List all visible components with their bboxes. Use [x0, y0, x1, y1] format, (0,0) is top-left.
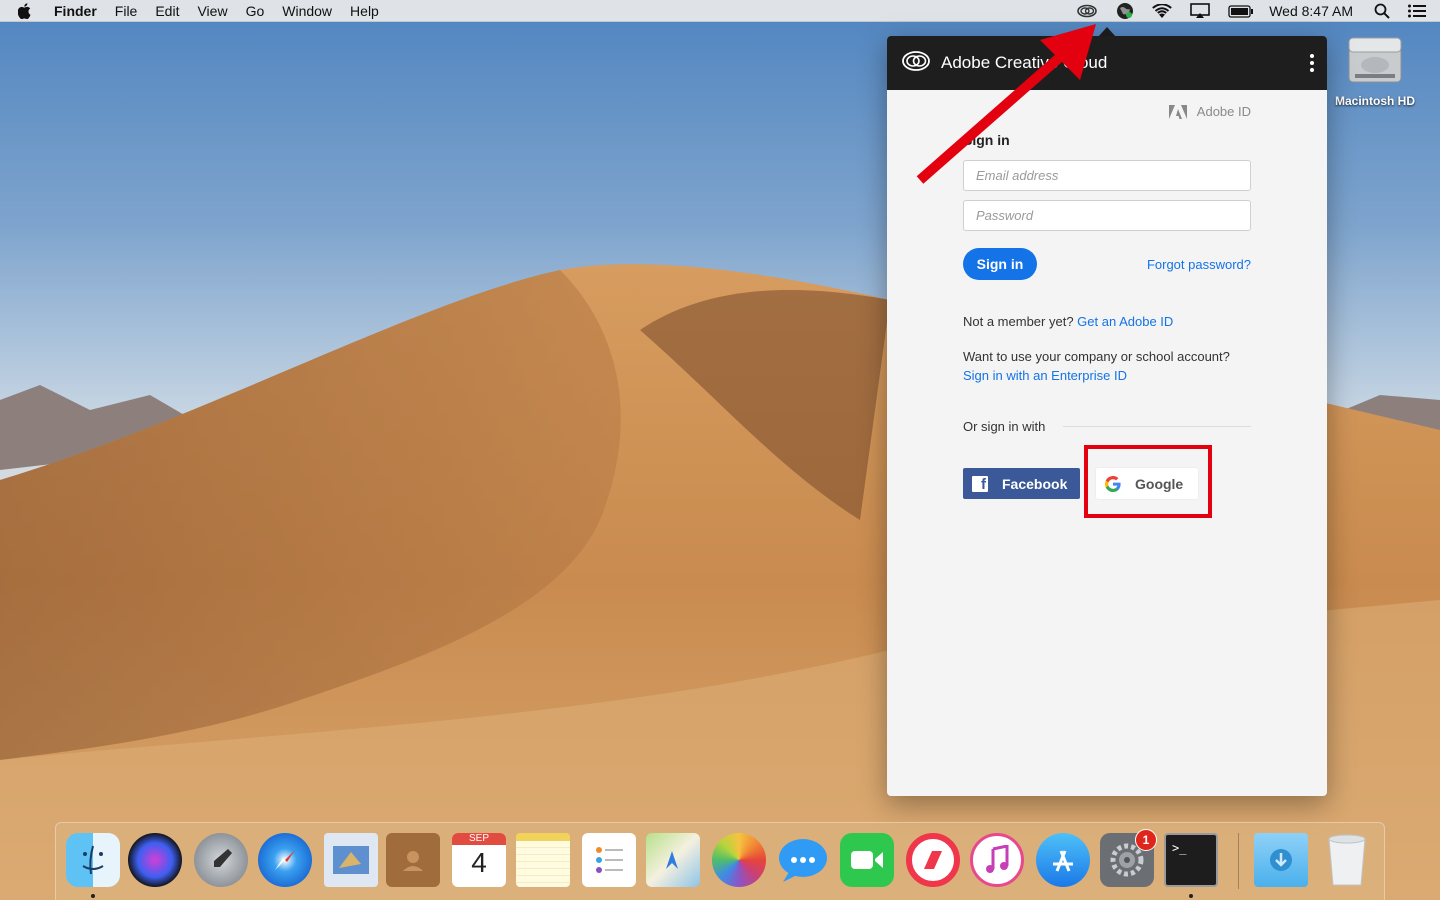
dock-safari-icon[interactable]: [258, 833, 312, 887]
or-sign-in-with-label: Or sign in with: [963, 419, 1046, 434]
apple-menu-icon[interactable]: [18, 2, 40, 19]
dock-news-icon[interactable]: [906, 833, 960, 887]
dock-reminders-icon[interactable]: [582, 833, 636, 887]
battery-icon[interactable]: [1228, 4, 1254, 18]
sign-in-button[interactable]: Sign in: [963, 248, 1037, 280]
menu-edit[interactable]: Edit: [146, 0, 188, 22]
dock: SEP 4 >_: [55, 822, 1385, 900]
drive-label: Macintosh HD: [1334, 94, 1415, 108]
menu-help[interactable]: Help: [341, 0, 388, 22]
globe-icon[interactable]: [1116, 2, 1134, 20]
dock-trash-icon[interactable]: [1320, 833, 1374, 887]
dock-facetime-icon[interactable]: [840, 833, 894, 887]
adobe-id-text: Adobe ID: [1196, 104, 1251, 119]
facebook-icon: f: [972, 475, 988, 492]
airplay-icon[interactable]: [1190, 3, 1211, 19]
macintosh-hd-drive[interactable]: Macintosh HD: [1330, 30, 1420, 108]
dock-contacts-icon[interactable]: [386, 833, 440, 887]
menu-go[interactable]: Go: [237, 0, 274, 22]
dock-itunes-icon[interactable]: [970, 833, 1024, 887]
hard-drive-icon: [1348, 37, 1402, 83]
dock-separator: [1238, 833, 1239, 889]
adobe-id-label: Adobe ID: [1168, 104, 1251, 119]
menu-window[interactable]: Window: [273, 0, 341, 22]
calendar-month: SEP: [452, 833, 506, 845]
get-adobe-id-link[interactable]: Get an Adobe ID: [1077, 314, 1173, 329]
dock-app-store-icon[interactable]: [1036, 833, 1090, 887]
dock-mail-icon[interactable]: [324, 833, 378, 887]
annotation-arrow: [916, 24, 1096, 184]
dock-notes-icon[interactable]: [516, 833, 570, 887]
spotlight-icon[interactable]: [1374, 3, 1390, 19]
dock-finder-icon[interactable]: [66, 833, 120, 887]
dock-maps-icon[interactable]: [646, 833, 700, 887]
menu-finder[interactable]: Finder: [54, 0, 106, 22]
more-options-icon[interactable]: [1309, 54, 1315, 72]
divider: [1063, 426, 1251, 427]
password-field[interactable]: [963, 200, 1251, 231]
menu-view[interactable]: View: [188, 0, 236, 22]
dock-terminal-icon[interactable]: >_: [1164, 833, 1218, 887]
adobe-logo-icon: [1168, 104, 1187, 119]
dock-siri-icon[interactable]: [128, 833, 182, 887]
facebook-sign-in-button[interactable]: f Facebook: [963, 468, 1080, 499]
dock-photos-icon[interactable]: [712, 833, 766, 887]
notification-badge: 1: [1135, 829, 1157, 851]
annotation-highlight-box: [1084, 445, 1212, 518]
menu-clock[interactable]: Wed 8:47 AM: [1269, 3, 1353, 19]
menu-file[interactable]: File: [106, 0, 147, 22]
dock-messages-icon[interactable]: [776, 833, 830, 887]
dock-calendar-icon[interactable]: SEP 4: [452, 833, 506, 887]
dock-downloads-folder-icon[interactable]: [1254, 833, 1308, 887]
wifi-icon[interactable]: [1152, 3, 1173, 19]
dock-launchpad-icon[interactable]: [194, 833, 248, 887]
dock-running-indicator: [91, 894, 95, 898]
dock-running-indicator: [1189, 894, 1193, 898]
calendar-day: 4: [471, 847, 487, 878]
notification-center-icon[interactable]: [1408, 4, 1426, 18]
not-member-text: Not a member yet?: [963, 314, 1074, 329]
company-account-text: Want to use your company or school accou…: [963, 349, 1230, 364]
facebook-button-label: Facebook: [1002, 475, 1068, 492]
menu-bar: Finder File Edit View Go Window Help Wed…: [0, 0, 1440, 22]
terminal-prompt-icon: >_: [1172, 841, 1187, 855]
forgot-password-link[interactable]: Forgot password?: [1147, 257, 1251, 272]
not-member-line: Not a member yet? Get an Adobe ID: [963, 314, 1173, 329]
enterprise-id-link[interactable]: Sign in with an Enterprise ID: [963, 368, 1127, 383]
